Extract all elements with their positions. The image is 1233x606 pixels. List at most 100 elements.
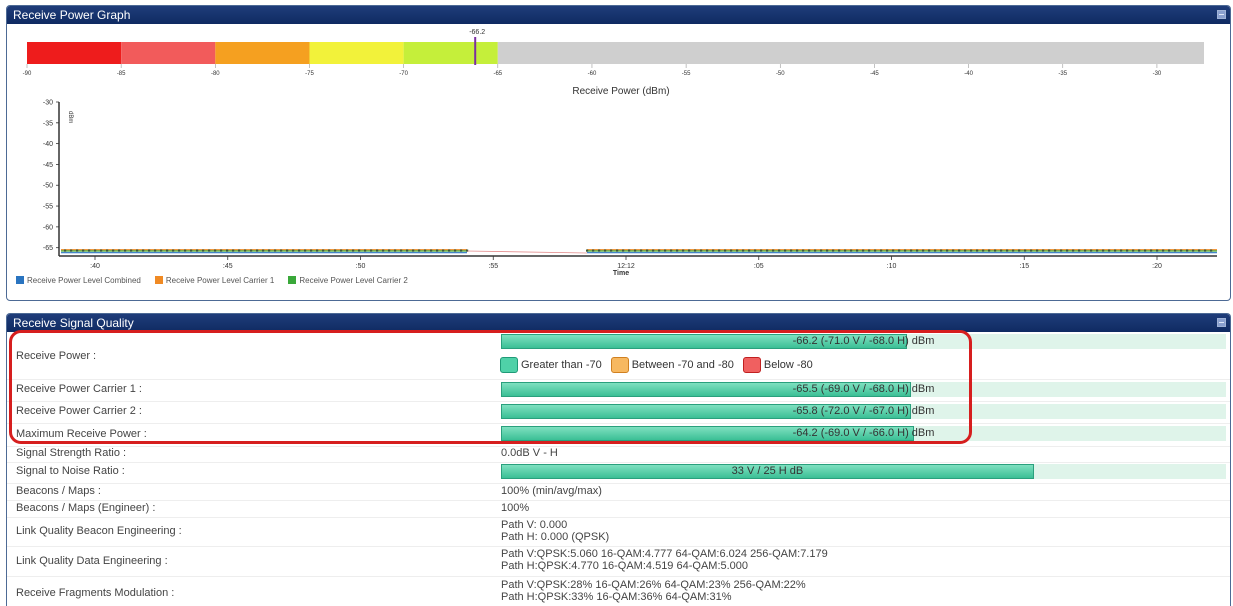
y-tick-label: -40 bbox=[43, 141, 53, 148]
series-point bbox=[238, 249, 241, 252]
legend-label-red: Below -80 bbox=[763, 359, 813, 371]
series-point bbox=[1168, 249, 1171, 252]
series-point bbox=[964, 249, 967, 252]
series-point bbox=[646, 249, 649, 252]
y-tick-label: -65 bbox=[43, 245, 53, 252]
series-point bbox=[406, 249, 409, 252]
collapse-icon[interactable] bbox=[1217, 318, 1226, 327]
series-point bbox=[886, 249, 889, 252]
series-point bbox=[1144, 249, 1147, 252]
legend-carrier-2[interactable]: Receive Power Level Carrier 2 bbox=[288, 276, 408, 285]
legend-label-orange: Between -70 and -80 bbox=[631, 359, 734, 371]
series-point bbox=[334, 249, 337, 252]
series-point bbox=[268, 249, 271, 252]
row-value-line-1: Path V:QPSK:28% 16-QAM:26% 64-QAM:23% 25… bbox=[501, 579, 806, 591]
y-tick-label: -35 bbox=[43, 120, 53, 127]
power-bar-ticks: -90 -85 -80 -75 -70 -65 -60 -55 -50 -45 -40 -35 -30 bbox=[23, 64, 1162, 77]
series-point bbox=[1198, 249, 1201, 252]
series-point bbox=[970, 249, 973, 252]
row-receive-fragments-modulation: Receive Fragments Modulation : Path V:QP… bbox=[7, 576, 1230, 606]
legend-combined[interactable]: Receive Power Level Combined bbox=[16, 276, 141, 285]
power-bar-segments bbox=[27, 42, 1204, 64]
row-label: Receive Power Carrier 1 : bbox=[16, 383, 142, 395]
series-point bbox=[436, 249, 439, 252]
series-point bbox=[364, 249, 367, 252]
series-point bbox=[280, 249, 283, 252]
series-point bbox=[1102, 249, 1105, 252]
power-tick-label: -35 bbox=[1058, 71, 1067, 77]
power-tick-label: -30 bbox=[1153, 71, 1162, 77]
series-point bbox=[718, 249, 721, 252]
row-signal-to-noise-ratio: Signal to Noise Ratio : 33 V / 25 H dB bbox=[7, 462, 1230, 484]
row-value-line-2: Path H:QPSK:4.770 16-QAM:4.519 64-QAM:5.… bbox=[501, 560, 749, 572]
series-point bbox=[322, 249, 325, 252]
series-point bbox=[196, 249, 199, 252]
series-point bbox=[106, 249, 109, 252]
x-axis-label: Time bbox=[613, 270, 629, 277]
series-point bbox=[1186, 249, 1189, 252]
series-point bbox=[778, 249, 781, 252]
x-tick-label: :45 bbox=[223, 263, 233, 270]
series-point bbox=[772, 249, 775, 252]
series-point bbox=[976, 249, 979, 252]
series-point bbox=[784, 249, 787, 252]
series-point bbox=[838, 249, 841, 252]
series-point bbox=[1132, 249, 1135, 252]
series-point bbox=[442, 249, 445, 252]
collapse-icon[interactable] bbox=[1217, 10, 1226, 19]
series-point bbox=[64, 249, 67, 252]
series-point bbox=[1078, 249, 1081, 252]
legend-carrier-1[interactable]: Receive Power Level Carrier 1 bbox=[154, 276, 274, 285]
series-point bbox=[250, 249, 253, 252]
series-point bbox=[796, 249, 799, 252]
row-value: 100% (min/avg/max) bbox=[501, 485, 602, 497]
series-point bbox=[814, 249, 817, 252]
series-point bbox=[988, 249, 991, 252]
series-point bbox=[934, 249, 937, 252]
series-point bbox=[748, 249, 751, 252]
series-point bbox=[70, 249, 73, 252]
receive-power-graph-panel: Receive Power Graph -66.2 -90 -85 -80 -75 -7… bbox=[6, 5, 1231, 301]
power-tick-label: -65 bbox=[493, 71, 502, 77]
x-ticks: :40:45:50:55 12:12:05:10:15:20 bbox=[90, 256, 1162, 270]
panel-header: Receive Power Graph bbox=[7, 6, 1230, 24]
max-power-bar: -64.2 (-69.0 V / -66.0 H) dBm bbox=[501, 426, 1226, 441]
series-point bbox=[598, 249, 601, 252]
series-point bbox=[916, 249, 919, 252]
power-tick-label: -70 bbox=[399, 71, 408, 77]
series-point bbox=[1000, 249, 1003, 252]
series-point bbox=[700, 249, 703, 252]
series-point bbox=[112, 249, 115, 252]
series-point bbox=[214, 249, 217, 252]
series-point bbox=[172, 249, 175, 252]
series-point bbox=[880, 249, 883, 252]
series-point bbox=[1018, 249, 1021, 252]
power-axis-label: Receive Power (dBm) bbox=[572, 86, 669, 96]
series-point bbox=[1060, 249, 1063, 252]
power-segment bbox=[403, 42, 498, 64]
series-point bbox=[892, 249, 895, 252]
row-label: Receive Power : bbox=[16, 350, 97, 362]
series-point bbox=[382, 249, 385, 252]
series-point bbox=[304, 249, 307, 252]
series-point bbox=[1180, 249, 1183, 252]
series-point bbox=[1006, 249, 1009, 252]
bar-value: -64.2 (-69.0 V / -66.0 H) dBm bbox=[792, 427, 935, 439]
series-point bbox=[208, 249, 211, 252]
series-point bbox=[346, 249, 349, 252]
chart-series bbox=[61, 249, 1217, 254]
row-receive-power-carrier-2: Receive Power Carrier 2 : -65.8 (-72.0 V… bbox=[7, 401, 1230, 424]
x-tick-label: :15 bbox=[1019, 263, 1029, 270]
series-point bbox=[316, 249, 319, 252]
series-point bbox=[448, 249, 451, 252]
series-point bbox=[1024, 249, 1027, 252]
series-point bbox=[1042, 249, 1045, 252]
series-point bbox=[1126, 249, 1129, 252]
orange-swatch bbox=[610, 357, 629, 373]
series-point bbox=[1036, 249, 1039, 252]
series-point bbox=[358, 249, 361, 252]
series-point bbox=[166, 249, 169, 252]
series-point bbox=[826, 249, 829, 252]
legend-label-green: Greater than -70 bbox=[521, 359, 602, 371]
series-point bbox=[808, 249, 811, 252]
